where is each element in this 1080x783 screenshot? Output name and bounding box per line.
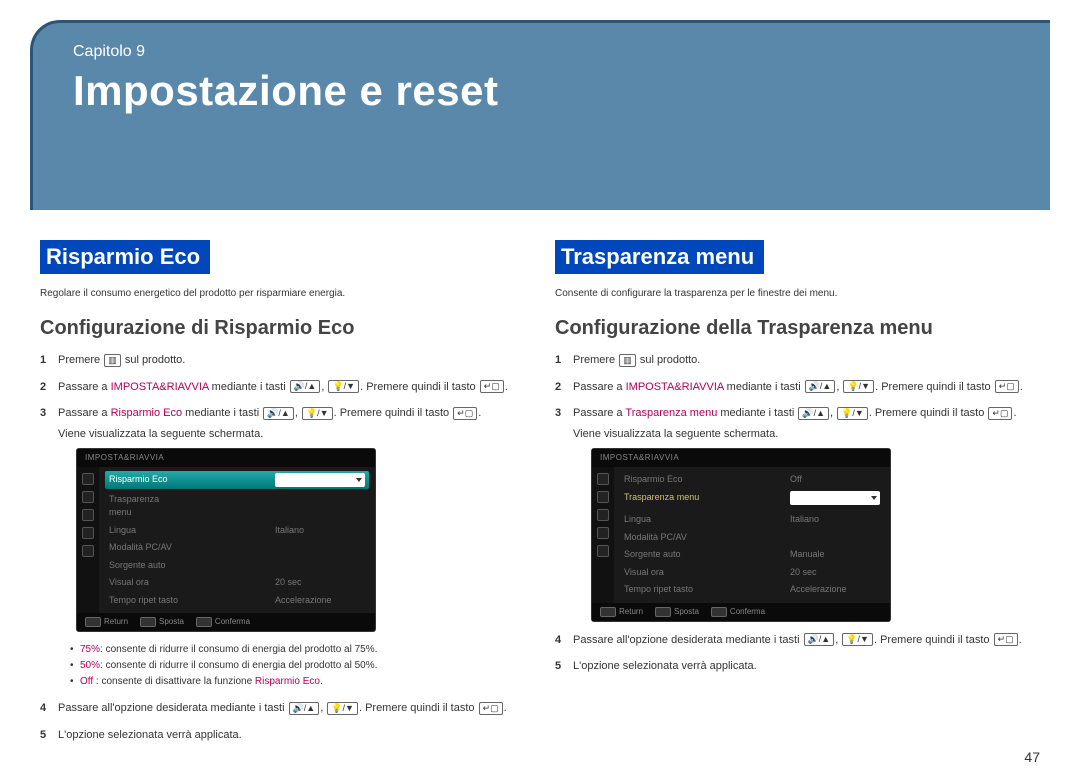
- column-left: Risparmio Eco Regolare il consumo energe…: [40, 240, 525, 753]
- link-eco: Risparmio Eco: [111, 407, 183, 419]
- osd-side-icon: [82, 473, 94, 485]
- osd-row: Tempo ripet tastoAccelerazione: [620, 581, 884, 599]
- osd-row: Sorgente auto: [105, 557, 369, 575]
- osd-move-icon: [140, 617, 156, 627]
- osd-screenshot-trasparenza: IMPOSTA&RIAVVIA Risparmio EcoOff: [591, 448, 891, 622]
- vol-down-key-icon: 💡/▼: [327, 702, 358, 715]
- enter-key-icon: ↵▢: [988, 407, 1012, 420]
- osd-row-selected: Risparmio Eco: [105, 471, 369, 489]
- osd-side-icon: [597, 491, 609, 503]
- step-5: L'opzione selezionata verrà applicata.: [555, 658, 1040, 675]
- vol-down-key-icon: 💡/▼: [842, 633, 873, 646]
- vol-up-key-icon: 🔊/▲: [805, 380, 836, 393]
- osd-screenshot-eco: IMPOSTA&RIAVVIA Rispar: [76, 448, 376, 632]
- steps-eco: Premere ▥ sul prodotto. Passare a IMPOST…: [40, 352, 525, 743]
- osd-title: IMPOSTA&RIAVVIA: [77, 449, 375, 467]
- column-right: Trasparenza menu Consente di configurare…: [555, 240, 1040, 753]
- osd-row: Visual ora20 sec: [620, 564, 884, 582]
- osd-row: Tempo ripet tastoAccelerazione: [105, 592, 369, 610]
- chapter-header: Capitolo 9 Impostazione e reset: [30, 20, 1050, 210]
- step-1: Premere ▥ sul prodotto.: [555, 352, 1040, 369]
- link-imposta: IMPOSTA&RIAVVIA: [626, 381, 724, 393]
- osd-return-icon: [85, 617, 101, 627]
- step-4: Passare all'opzione desiderata mediante …: [555, 632, 1040, 649]
- enter-key-icon: ↵▢: [453, 407, 477, 420]
- step-2: Passare a IMPOSTA&RIAVVIA mediante i tas…: [555, 379, 1040, 396]
- osd-side-icon: [597, 509, 609, 521]
- vol-up-key-icon: 🔊/▲: [798, 407, 829, 420]
- vol-down-key-icon: 💡/▼: [837, 407, 868, 420]
- bullet-75: 75%: consente di ridurre il consumo di e…: [70, 642, 525, 658]
- vol-down-key-icon: 💡/▼: [328, 380, 359, 393]
- step-2: Passare a IMPOSTA&RIAVVIA mediante i tas…: [40, 379, 525, 396]
- section-desc-trasparenza: Consente di configurare la trasparenza p…: [555, 288, 1040, 299]
- osd-row: Risparmio EcoOff: [620, 471, 884, 489]
- enter-key-icon: ↵▢: [479, 702, 503, 715]
- bullet-off: Off : consente di disattivare la funzion…: [70, 674, 525, 690]
- step-3: Passare a Trasparenza menu mediante i ta…: [555, 405, 1040, 622]
- option-bullets: 75%: consente di ridurre il consumo di e…: [70, 642, 525, 690]
- osd-row: LinguaItaliano: [620, 511, 884, 529]
- osd-row: Modalità PC/AV: [105, 539, 369, 557]
- menu-key-icon: ▥: [104, 354, 121, 367]
- osd-confirm-icon: [196, 617, 212, 627]
- vol-down-key-icon: 💡/▼: [302, 407, 333, 420]
- link-imposta: IMPOSTA&RIAVVIA: [111, 381, 209, 393]
- osd-row: Trasparenza menu: [105, 491, 275, 522]
- vol-up-key-icon: 🔊/▲: [289, 702, 320, 715]
- bullet-50: 50%: consente di ridurre il consumo di e…: [70, 658, 525, 674]
- subsection-title-trasparenza: Configurazione della Trasparenza menu: [555, 317, 1040, 340]
- osd-row: Sorgente autoManuale: [620, 546, 884, 564]
- step-1: Premere ▥ sul prodotto.: [40, 352, 525, 369]
- step-5: L'opzione selezionata verrà applicata.: [40, 727, 525, 744]
- osd-footer: Return Sposta Conferma: [592, 603, 890, 621]
- menu-key-icon: ▥: [619, 354, 636, 367]
- vol-down-key-icon: 💡/▼: [843, 380, 874, 393]
- section-title-eco: Risparmio Eco: [40, 240, 210, 274]
- vol-up-key-icon: 🔊/▲: [290, 380, 321, 393]
- section-title-trasparenza: Trasparenza menu: [555, 240, 764, 274]
- osd-title: IMPOSTA&RIAVVIA: [592, 449, 890, 467]
- content-columns: Risparmio Eco Regolare il consumo energe…: [0, 210, 1080, 753]
- osd-row: LinguaItaliano: [105, 522, 369, 540]
- link-trasparenza: Trasparenza menu: [625, 407, 717, 419]
- steps-trasparenza: Premere ▥ sul prodotto. Passare a IMPOST…: [555, 352, 1040, 675]
- section-desc-eco: Regolare il consumo energetico del prodo…: [40, 288, 525, 299]
- osd-move-icon: [655, 607, 671, 617]
- osd-side-icon: [597, 545, 609, 557]
- osd-side-icon: [597, 527, 609, 539]
- osd-row: Modalità PC/AV: [620, 529, 884, 547]
- osd-side-icon: [82, 545, 94, 557]
- chapter-title: Impostazione e reset: [73, 67, 1020, 115]
- osd-side-icon: [82, 527, 94, 539]
- step-4: Passare all'opzione desiderata mediante …: [40, 700, 525, 717]
- osd-side-icon: [597, 473, 609, 485]
- enter-key-icon: ↵▢: [480, 380, 504, 393]
- osd-confirm-icon: [711, 607, 727, 617]
- step-3: Passare a Risparmio Eco mediante i tasti…: [40, 405, 525, 690]
- osd-side-icon: [82, 509, 94, 521]
- osd-footer: Return Sposta Conferma: [77, 613, 375, 631]
- osd-return-icon: [600, 607, 616, 617]
- osd-row-selected: Trasparenza menu: [620, 489, 884, 512]
- enter-key-icon: ↵▢: [994, 633, 1018, 646]
- osd-icon-strip: [77, 467, 99, 613]
- vol-up-key-icon: 🔊/▲: [804, 633, 835, 646]
- osd-icon-strip: [592, 467, 614, 603]
- vol-up-key-icon: 🔊/▲: [263, 407, 294, 420]
- osd-side-icon: [82, 491, 94, 503]
- chapter-label: Capitolo 9: [73, 43, 1020, 61]
- osd-row: Visual ora20 sec: [105, 574, 369, 592]
- subsection-title-eco: Configurazione di Risparmio Eco: [40, 317, 525, 340]
- enter-key-icon: ↵▢: [995, 380, 1019, 393]
